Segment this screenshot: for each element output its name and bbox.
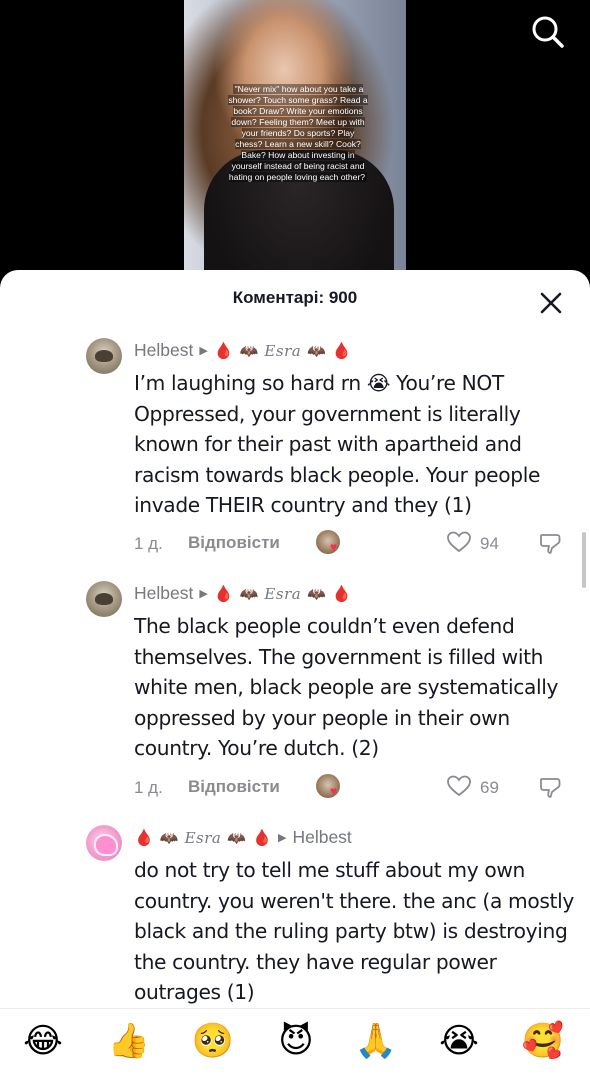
close-icon[interactable] bbox=[538, 290, 564, 316]
comment-header: 🩸 🦇 Esra 🦇 🩸 ▶ Helbest bbox=[134, 827, 352, 848]
comment-author[interactable]: Helbest bbox=[134, 340, 193, 361]
comment-time: 1 д. bbox=[134, 534, 163, 553]
dislike-icon[interactable] bbox=[538, 530, 564, 556]
bat-icon: 🦇 bbox=[239, 585, 259, 603]
comment-author[interactable]: Helbest bbox=[134, 583, 193, 604]
blood-drop-icon: 🩸 bbox=[331, 585, 352, 603]
blood-drop-icon: 🩸 bbox=[331, 342, 352, 360]
emoji-devil[interactable]: 😈 bbox=[274, 1019, 318, 1063]
comment-text: I’m laughing so hard rn 😭 You’re NOT Opp… bbox=[134, 371, 541, 517]
video-frame[interactable]: "Never mix" how about you take a shower?… bbox=[184, 0, 406, 290]
reply-arrow-icon: ▶ bbox=[199, 345, 208, 357]
reply-button[interactable]: Відповісти bbox=[188, 777, 280, 797]
blood-drop-icon: 🩸 bbox=[213, 585, 234, 603]
comment-meta: 1 д. Відповісти ♥ 69 bbox=[134, 774, 590, 800]
blood-drop-icon: 🩸 bbox=[134, 829, 154, 847]
emoji-crying[interactable]: 😭 bbox=[437, 1019, 481, 1063]
like-count: 94 bbox=[480, 534, 499, 553]
video-caption-text: "Never mix" how about you take a shower?… bbox=[228, 84, 368, 182]
bat-icon: 🦇 bbox=[307, 342, 326, 360]
creator-heart-icon: ♥ bbox=[330, 540, 338, 554]
reply-to-name[interactable]: Esra bbox=[264, 342, 301, 360]
comment-meta: 1 д. Відповісти ♥ 94 bbox=[134, 530, 590, 556]
comment-header: Helbest ▶ 🩸 🦇 Esra 🦇 🩸 bbox=[134, 583, 352, 604]
like-heart-icon[interactable] bbox=[446, 530, 472, 554]
bat-icon: 🦇 bbox=[307, 585, 326, 603]
scrollbar[interactable] bbox=[582, 532, 586, 588]
emoji-pray[interactable]: 🙏 bbox=[354, 1019, 398, 1063]
comment-header: Helbest ▶ 🩸 🦇 Esra 🦇 🩸 bbox=[134, 340, 352, 361]
comments-title: Коментарі: 900 bbox=[232, 288, 358, 307]
reply-to-name[interactable]: Helbest bbox=[292, 827, 351, 848]
like-heart-icon[interactable] bbox=[446, 774, 472, 798]
avatar[interactable] bbox=[86, 581, 122, 617]
like-count: 69 bbox=[480, 778, 499, 797]
bat-icon: 🦇 bbox=[159, 829, 179, 847]
blood-drop-icon: 🩸 bbox=[213, 342, 234, 360]
reply-to-name[interactable]: Esra bbox=[264, 585, 301, 603]
emoji-pleading[interactable]: 🥺 bbox=[191, 1019, 235, 1063]
bat-icon: 🦇 bbox=[239, 342, 259, 360]
avatar[interactable] bbox=[86, 825, 122, 861]
emoji-thumbs-up[interactable]: 👍 bbox=[107, 1019, 151, 1063]
search-icon[interactable] bbox=[530, 14, 566, 50]
comment-author[interactable]: Esra bbox=[185, 829, 222, 847]
dislike-icon[interactable] bbox=[538, 774, 564, 800]
video-player[interactable]: "Never mix" how about you take a shower?… bbox=[0, 0, 590, 290]
avatar[interactable] bbox=[86, 338, 122, 374]
comment-time: 1 д. bbox=[134, 778, 163, 797]
reply-arrow-icon: ▶ bbox=[277, 832, 287, 844]
bat-icon: 🦇 bbox=[227, 829, 247, 847]
video-caption-overlay: "Never mix" how about you take a shower?… bbox=[228, 84, 368, 183]
comment-text: The black people couldn’t even defend th… bbox=[134, 614, 559, 760]
comments-sheet: Коментарі: 900 Helbest ▶ 🩸 🦇 Esra 🦇 🩸 I’… bbox=[0, 270, 590, 1087]
emoji-hearts-face[interactable]: 🥰 bbox=[521, 1019, 565, 1063]
blood-drop-icon: 🩸 bbox=[252, 829, 272, 847]
comment-text: do not try to tell me stuff about my own… bbox=[134, 858, 574, 1004]
emoji-laughing[interactable]: 😂 bbox=[21, 1019, 65, 1063]
emoji-bar: 😂 👍 🥺 😈 🙏 😭 🥰 bbox=[0, 1008, 590, 1087]
reply-button[interactable]: Відповісти bbox=[188, 533, 280, 553]
creator-heart-icon: ♥ bbox=[330, 784, 338, 798]
reply-arrow-icon: ▶ bbox=[199, 588, 208, 600]
